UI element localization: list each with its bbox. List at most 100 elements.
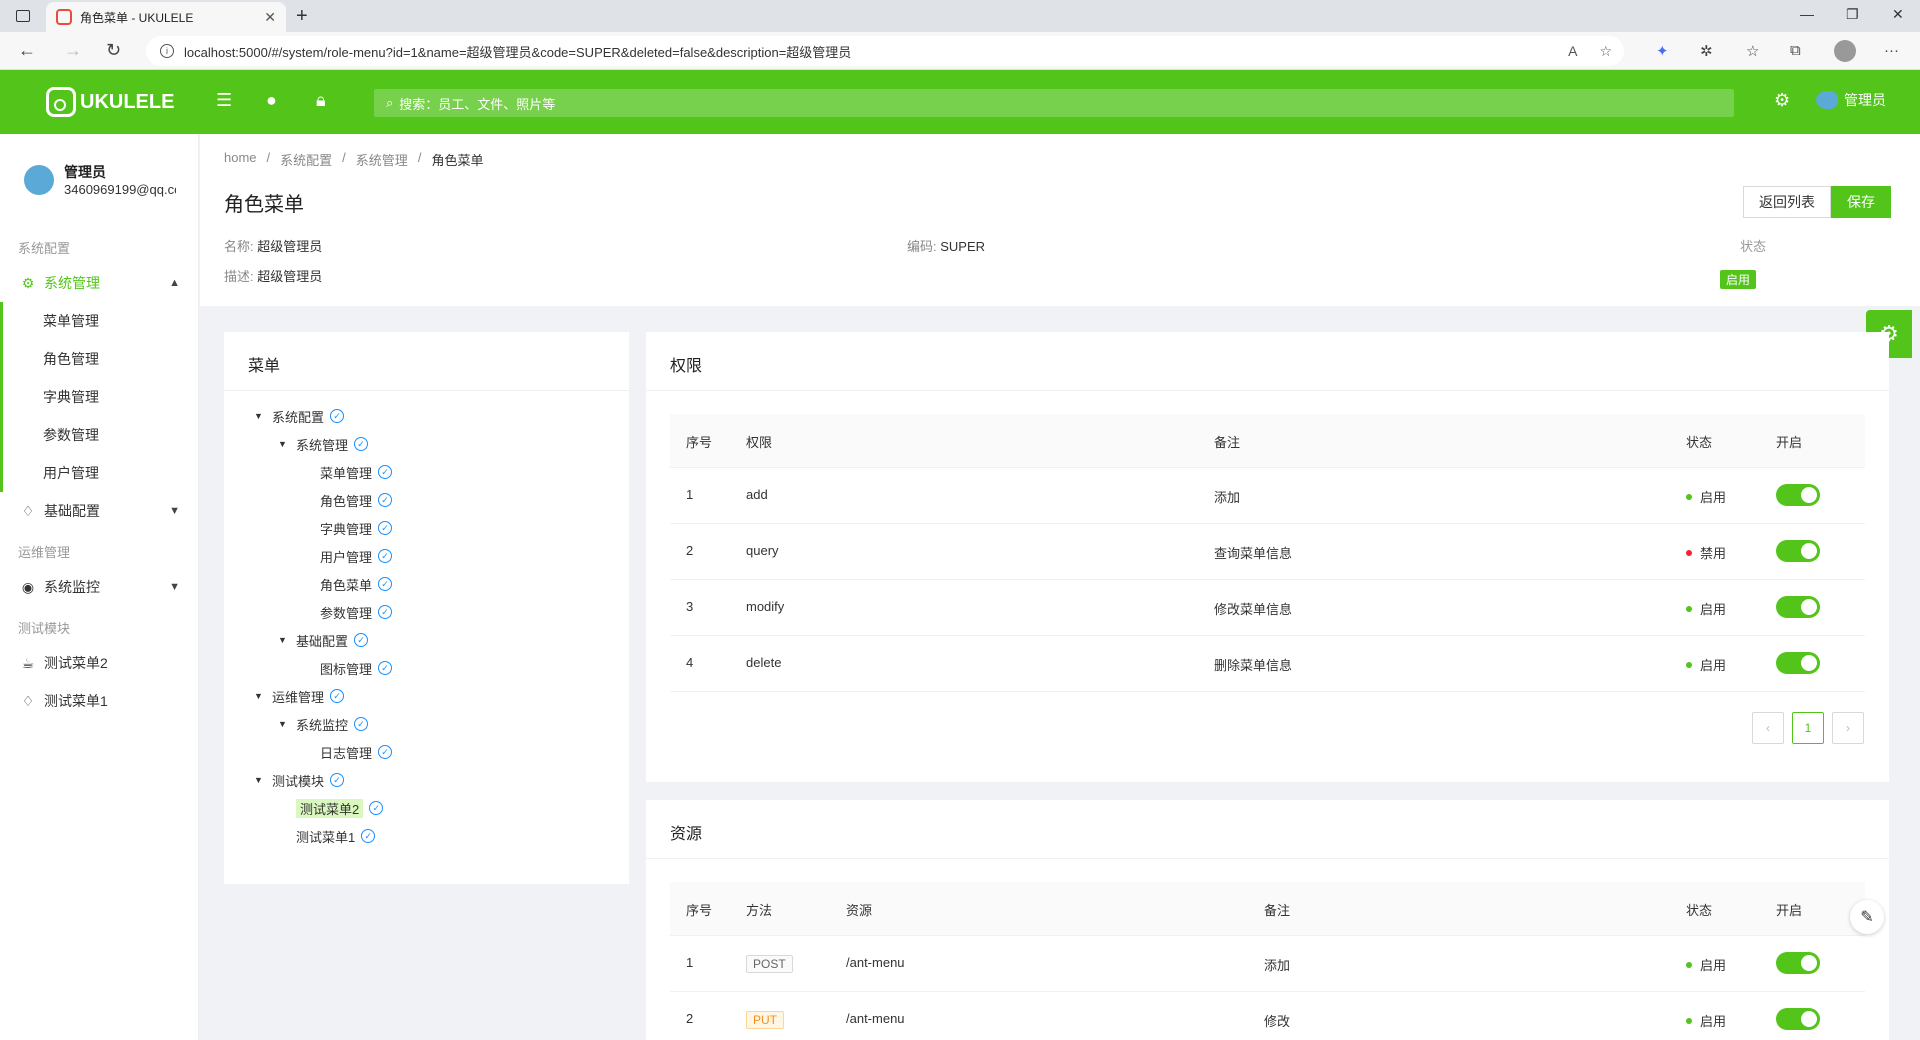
next-page-button[interactable]: ›	[1832, 712, 1864, 744]
url-field[interactable]: i localhost:5000/#/system/role-menu?id=1…	[146, 36, 1624, 66]
tree-node-label: 角色管理	[320, 493, 373, 509]
sidebar-item-basic-config[interactable]: ♢ 基础配置 ▼	[0, 492, 198, 530]
puzzle-icon[interactable]: ✲	[1700, 42, 1713, 60]
tree-node[interactable]: ▼ 系统配置 ✓	[254, 405, 345, 427]
tree-node[interactable]: 角色菜单 ✓	[302, 573, 393, 595]
sidebar-item-user-manage[interactable]: 用户管理	[0, 454, 198, 492]
enable-toggle[interactable]	[1776, 596, 1820, 618]
tree-node[interactable]: ▼ 系统管理 ✓	[278, 433, 369, 455]
tree-node[interactable]: 参数管理 ✓	[302, 601, 393, 623]
window-menu-icon[interactable]	[16, 10, 30, 22]
check-circle-icon[interactable]: ✓	[354, 717, 369, 731]
enable-toggle[interactable]	[1776, 484, 1820, 506]
check-circle-icon[interactable]: ✓	[330, 773, 345, 787]
enable-toggle[interactable]	[1776, 652, 1820, 674]
lock-icon[interactable]: 🔒︎	[316, 90, 326, 111]
enable-toggle[interactable]	[1776, 952, 1820, 974]
app-logo[interactable]: UKULELE	[46, 87, 174, 117]
tree-node[interactable]: ▼ 运维管理 ✓	[254, 685, 345, 707]
enable-toggle[interactable]	[1776, 1008, 1820, 1030]
caret-down-icon[interactable]: ▼	[278, 439, 290, 449]
tree-node[interactable]: 角色管理 ✓	[302, 489, 393, 511]
row-resource: /ant-menu	[846, 1011, 905, 1026]
tree-node[interactable]: ▼ 系统监控 ✓	[278, 713, 369, 735]
tree-node[interactable]: 日志管理 ✓	[302, 741, 393, 763]
check-circle-icon[interactable]: ✓	[378, 493, 393, 507]
gear-icon[interactable]: ⚙	[1774, 90, 1790, 111]
caret-down-icon[interactable]: ▼	[278, 635, 290, 645]
check-circle-icon[interactable]: ✓	[378, 745, 393, 759]
sidebar-item-test-menu2[interactable]: ☕︎ 测试菜单2	[0, 644, 198, 682]
table-row: 1 POST/ant-menu 添加 启用	[670, 936, 1865, 992]
tree-node[interactable]: ▼ 测试模块 ✓	[254, 769, 345, 791]
minimize-icon[interactable]: —	[1800, 6, 1814, 22]
tree-node[interactable]: 测试菜单1 ✓	[278, 825, 376, 847]
row-status: 启用	[1686, 599, 1726, 618]
check-circle-icon[interactable]: ✓	[378, 661, 393, 675]
tree-node[interactable]: 菜单管理 ✓	[302, 461, 393, 483]
tree-node[interactable]: ▼ 基础配置 ✓	[278, 629, 369, 651]
header-user[interactable]: 管理员	[1816, 90, 1886, 110]
tree-node-label: 用户管理	[320, 549, 373, 565]
new-tab-icon[interactable]: +	[296, 5, 308, 28]
tree-node[interactable]: 测试菜单2 ✓	[278, 797, 384, 819]
tree-node[interactable]: 用户管理 ✓	[302, 545, 393, 567]
check-circle-icon[interactable]: ✓	[378, 549, 393, 563]
sidebar-item-label: 系统监控	[44, 579, 100, 595]
caret-down-icon[interactable]: ▼	[254, 691, 266, 701]
caret-down-icon[interactable]: ▼	[278, 719, 290, 729]
browser-tab[interactable]: 角色菜单 - UKULELE ✕	[46, 2, 286, 32]
save-button[interactable]: 保存	[1831, 186, 1891, 218]
check-circle-icon[interactable]: ✓	[330, 689, 345, 703]
breadcrumb-home[interactable]: home	[224, 150, 257, 169]
check-circle-icon[interactable]: ✓	[354, 633, 369, 647]
close-tab-icon[interactable]: ✕	[264, 9, 276, 26]
breadcrumb-system-manage[interactable]: 系统管理	[356, 150, 408, 169]
page-number[interactable]: 1	[1792, 712, 1824, 744]
refresh-icon[interactable]: ↻	[106, 40, 121, 61]
check-circle-icon[interactable]: ✓	[354, 437, 369, 451]
check-circle-icon[interactable]: ✓	[378, 465, 393, 479]
check-circle-icon[interactable]: ✓	[361, 829, 376, 843]
tree-node[interactable]: 图标管理 ✓	[302, 657, 393, 679]
caret-down-icon[interactable]: ▼	[254, 775, 266, 785]
collections-icon[interactable]: ⧉	[1790, 42, 1801, 59]
magic-wand-icon[interactable]: ✎	[1850, 900, 1884, 934]
check-circle-icon[interactable]: ✓	[378, 521, 393, 535]
check-circle-icon[interactable]: ✓	[330, 409, 345, 423]
check-circle-icon[interactable]: ✓	[369, 801, 384, 815]
sidebar-item-menu-manage[interactable]: 菜单管理	[0, 302, 198, 340]
extension-icon[interactable]: ✦	[1656, 42, 1669, 60]
search-input[interactable]: ⌕ 搜索：员工、文件、照片等	[374, 89, 1734, 117]
github-icon[interactable]: ●	[266, 90, 277, 111]
resource-card: 资源 序号 方法 资源 备注 状态 开启 1 POST/ant-menu 添加 启用 2…	[646, 800, 1889, 1040]
sidebar-item-role-manage[interactable]: 角色管理	[0, 340, 198, 378]
menu-toggle-icon[interactable]: ☰	[216, 90, 232, 111]
check-circle-icon[interactable]: ✓	[378, 605, 393, 619]
read-aloud-icon[interactable]: A	[1568, 43, 1577, 59]
sidebar-item-system-manage[interactable]: ⚙ 系统管理 ▲	[0, 264, 198, 302]
forward-arrow-icon[interactable]: →	[64, 40, 82, 61]
enable-toggle[interactable]	[1776, 540, 1820, 562]
check-circle-icon[interactable]: ✓	[378, 577, 393, 591]
row-note: 删除菜单信息	[1214, 658, 1293, 673]
profile-name: 管理员	[64, 164, 106, 180]
back-to-list-button[interactable]: 返回列表	[1743, 186, 1831, 218]
back-arrow-icon[interactable]: ←	[18, 40, 36, 61]
gear-icon: ⚙	[21, 274, 35, 291]
caret-down-icon[interactable]: ▼	[254, 411, 266, 421]
sidebar-item-system-monitor[interactable]: ◉ 系统监控 ▼	[0, 568, 198, 606]
site-info-icon[interactable]: i	[160, 44, 174, 58]
sidebar-item-test-menu1[interactable]: ♢ 测试菜单1	[0, 682, 198, 720]
close-window-icon[interactable]: ✕	[1892, 6, 1904, 23]
profile-avatar[interactable]	[1834, 40, 1856, 62]
breadcrumb-system-config[interactable]: 系统配置	[280, 150, 332, 169]
restore-icon[interactable]: ❐	[1846, 6, 1859, 23]
more-icon[interactable]: ···	[1884, 42, 1899, 59]
sidebar-item-param-manage[interactable]: 参数管理	[0, 416, 198, 454]
favorite-icon[interactable]: ☆	[1599, 43, 1612, 60]
sidebar-item-dict-manage[interactable]: 字典管理	[0, 378, 198, 416]
tree-node[interactable]: 字典管理 ✓	[302, 517, 393, 539]
favorites-list-icon[interactable]: ☆	[1746, 42, 1759, 60]
prev-page-button[interactable]: ‹	[1752, 712, 1784, 744]
